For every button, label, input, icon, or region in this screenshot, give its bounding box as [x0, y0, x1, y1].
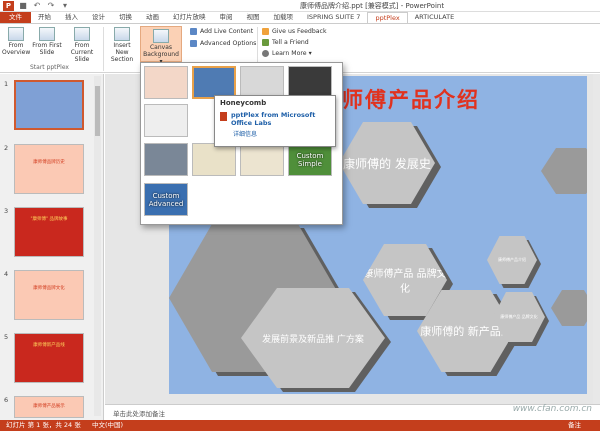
from-overview-label: From Overview: [2, 42, 31, 56]
language-indicator[interactable]: 中文(中国): [92, 420, 123, 431]
site-watermark: www.cfan.com.cn: [512, 404, 592, 414]
give-feedback-label: Give us Feedback: [272, 28, 327, 35]
background-option-beige[interactable]: [240, 143, 284, 176]
notes-placeholder: 单击此处添加备注: [113, 410, 165, 418]
tooltip-source: pptPlex from Microsoft Office Labs: [231, 111, 316, 127]
advanced-options-button[interactable]: Advanced Options: [190, 40, 256, 47]
from-overview-button[interactable]: From Overview: [2, 27, 30, 56]
tab-pptplex[interactable]: pptPlex: [367, 12, 408, 23]
tab-animations[interactable]: 动画: [139, 12, 166, 23]
thumbnail-number: 5: [4, 333, 9, 341]
thumbnail-number: 4: [4, 270, 9, 278]
advanced-options-icon: [190, 40, 197, 47]
tab-ispring[interactable]: ISPRING SUITE 7: [300, 12, 367, 23]
thumbnail-number: 3: [4, 207, 9, 215]
custom-advanced-label: Custom Advanced: [148, 192, 184, 208]
insert-new-section-button[interactable]: Insert New Section: [106, 27, 138, 63]
thumbnail-number: 2: [4, 144, 9, 152]
customize-qat-icon[interactable]: ▾: [60, 1, 70, 11]
current-slide-icon: [74, 27, 90, 41]
title-bar: P ■ ↶ ↷ ▾ 康师傅品牌介绍.ppt [兼容模式] - PowerPoin…: [0, 0, 600, 12]
tell-a-friend-button[interactable]: Tell a Friend: [262, 39, 309, 46]
slide-scrollbar[interactable]: [593, 74, 600, 404]
slide-title[interactable]: 康师傅产品介绍: [319, 84, 480, 114]
background-option-blue-slate[interactable]: [144, 143, 188, 176]
ribbon-divider: [103, 27, 104, 71]
undo-icon[interactable]: ↶: [32, 1, 42, 11]
tab-design[interactable]: 设计: [85, 12, 112, 23]
scrollbar-thumb[interactable]: [95, 86, 100, 136]
notes-toggle[interactable]: 备注: [568, 420, 581, 431]
hex-background: [541, 148, 587, 194]
tab-articulate[interactable]: ARTICULATE: [408, 12, 461, 23]
thumbnail-scrollbar[interactable]: [94, 76, 101, 416]
from-first-slide-button[interactable]: From First Slide: [32, 27, 62, 56]
tooltip-title: Honeycomb: [220, 99, 267, 107]
tell-a-friend-label: Tell a Friend: [272, 39, 309, 46]
background-option-custom-advanced[interactable]: Custom Advanced: [144, 183, 188, 216]
tab-file[interactable]: 文件: [0, 12, 31, 23]
redo-icon[interactable]: ↷: [46, 1, 56, 11]
live-content-icon: [190, 28, 197, 35]
canvas-background-button[interactable]: Canvas Background ▾: [140, 26, 182, 65]
new-section-icon: [114, 27, 130, 41]
window-title: 康师傅品牌介绍.ppt [兼容模式] - PowerPoint: [300, 2, 445, 10]
tab-home[interactable]: 开始: [31, 12, 58, 23]
from-current-slide-button[interactable]: From Current Slide: [64, 27, 100, 63]
help-icon: [262, 50, 269, 57]
slide-counter: 幻灯片 第 1 张，共 24 张: [6, 421, 81, 429]
slide-thumbnail[interactable]: 康师傅新产品线: [14, 333, 84, 383]
thumbnail-caption: 康师傅产品展示: [33, 404, 65, 409]
background-option-custom-simple[interactable]: Custom Simple: [288, 143, 332, 176]
add-live-content-button[interactable]: Add Live Content: [190, 28, 253, 35]
canvas-background-icon: [153, 29, 169, 43]
ribbon-tabs: 文件 开始 插入 设计 切换 动画 幻灯片放映 审阅 视图 加载项 ISPRIN…: [0, 12, 600, 23]
tab-view[interactable]: 视图: [240, 12, 267, 23]
insert-new-section-label: Insert New Section: [110, 42, 134, 63]
first-slide-icon: [39, 27, 55, 41]
slide-thumbnail[interactable]: 康师傅品牌文化: [14, 270, 84, 320]
save-icon[interactable]: ■: [18, 1, 28, 11]
powerpoint-logo-icon: P: [3, 0, 14, 11]
slide-thumbnail[interactable]: [14, 80, 84, 130]
background-option-grid-white[interactable]: [144, 104, 188, 137]
custom-simple-label: Custom Simple: [296, 152, 324, 168]
slide-thumbnail-pane: 1 2 康师傅品牌历史 3 "康师傅" 品牌故事 4 康师傅品牌文化 5 康师傅…: [0, 74, 104, 420]
learn-more-button[interactable]: Learn More ▾: [262, 50, 312, 57]
advanced-options-label: Advanced Options: [200, 40, 257, 47]
tab-addins[interactable]: 加载项: [267, 12, 301, 23]
from-current-slide-label: From Current Slide: [70, 42, 94, 63]
tab-review[interactable]: 审阅: [213, 12, 240, 23]
thumbnail-caption: 康师傅品牌历史: [33, 160, 65, 165]
tooltip-more-link[interactable]: 详细信息: [233, 129, 330, 138]
start-pptplex-group-label: Start pptPlex: [30, 64, 69, 71]
honeycomb-tooltip: Honeycomb pptPlex from Microsoft Office …: [214, 95, 336, 147]
hex-background: [551, 290, 587, 326]
learn-more-label: Learn More ▾: [272, 50, 312, 57]
thumbnail-caption: 康师傅品牌文化: [33, 286, 65, 291]
tab-transitions[interactable]: 切换: [112, 12, 139, 23]
add-live-content-label: Add Live Content: [200, 28, 254, 35]
thumbnail-number: 6: [4, 396, 9, 404]
office-labs-icon: [220, 112, 228, 121]
give-feedback-button[interactable]: Give us Feedback: [262, 28, 327, 35]
slide-thumbnail[interactable]: 康师傅产品展示: [14, 396, 84, 418]
tab-insert[interactable]: 插入: [58, 12, 85, 23]
slide-thumbnail[interactable]: "康师傅" 品牌故事: [14, 207, 84, 257]
thumbnail-number: 1: [4, 80, 9, 88]
background-option-wave[interactable]: [192, 143, 236, 176]
feedback-icon: [262, 28, 269, 35]
tab-slideshow[interactable]: 幻灯片放映: [166, 12, 213, 23]
slide-thumbnail[interactable]: 康师傅品牌历史: [14, 144, 84, 194]
from-first-slide-label: From First Slide: [32, 42, 62, 56]
friend-icon: [262, 39, 269, 46]
background-option-honeycomb-pink[interactable]: [144, 66, 188, 99]
thumbnail-caption: 康师傅新产品线: [33, 343, 65, 348]
status-bar: 幻灯片 第 1 张，共 24 张 中文(中国) 备注: [0, 420, 600, 431]
thumbnail-caption: "康师傅" 品牌故事: [30, 217, 68, 222]
overview-icon: [8, 27, 24, 41]
